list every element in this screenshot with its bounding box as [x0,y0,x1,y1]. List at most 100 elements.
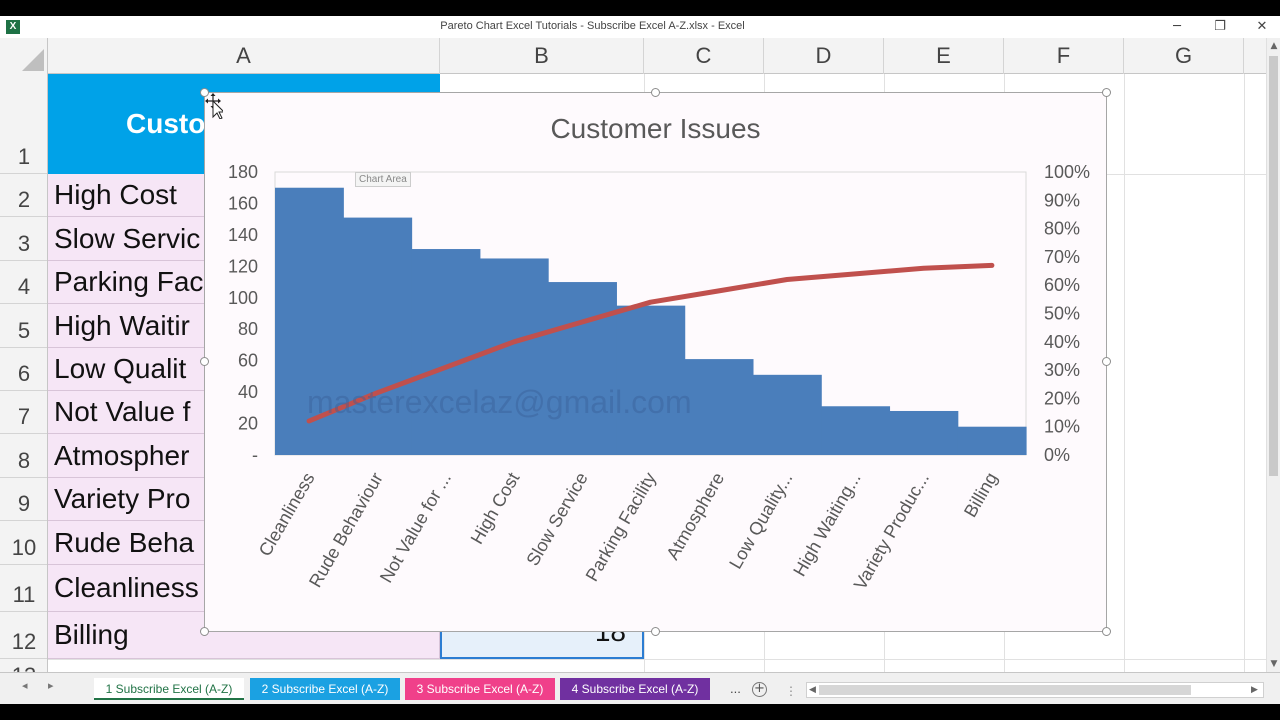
bar-10 [957,426,1027,455]
resize-handle[interactable] [200,88,209,97]
row-header-6[interactable]: 6 [0,348,47,391]
vertical-scroll-thumb[interactable] [1269,56,1278,476]
category-label-5: Parking Facility [582,469,660,585]
excel-window: X Pareto Chart Excel Tutorials - Subscri… [0,16,1280,704]
tab-sheet-4[interactable]: 4 Subscribe Excel (A-Z) [560,678,710,700]
category-label-1: Rude Behaviour [305,469,387,591]
left-axis-tick: 20 [238,414,258,434]
row-header-7[interactable]: 7 [0,391,47,434]
category-label-7: Low Quality... [725,469,796,572]
row-header-5[interactable]: 5 [0,304,47,348]
bar-8 [821,406,891,455]
more-sheets-button[interactable]: ... [730,678,741,700]
chart-plot: - 20 40 60 80 100 120 140 160 180 0% 10% 20% 30% 40% 50… [228,162,1090,593]
right-axis-tick: 80% [1044,219,1080,239]
row-header-10[interactable]: 10 [0,521,47,565]
right-axis-tick: 20% [1044,388,1080,408]
column-header-b[interactable]: B [440,38,644,74]
resize-handle[interactable] [200,357,209,366]
left-axis-tick: 140 [228,225,258,245]
splitter-handle-icon[interactable]: ⋮ [785,684,797,698]
tab-sheet-2[interactable]: 2 Subscribe Excel (A-Z) [250,678,400,700]
gridline [1244,74,1245,672]
resize-handle[interactable] [651,627,660,636]
category-label-3: High Cost [467,469,524,547]
close-icon[interactable]: ✕ [1240,16,1280,38]
left-axis-tick: 80 [238,319,258,339]
window-title: Pareto Chart Excel Tutorials - Subscribe… [440,20,745,32]
resize-handle[interactable] [200,627,209,636]
left-axis-tick: 160 [228,193,258,213]
row-headers: 1 2 3 4 5 6 7 8 9 10 11 12 13 [0,74,48,672]
select-all-corner[interactable] [0,38,48,74]
category-label-6: Atmosphere [662,469,728,563]
row-header-13[interactable]: 13 [0,659,47,672]
column-header-g[interactable]: G [1124,38,1244,74]
bar-9 [889,410,959,455]
right-axis-tick: 90% [1044,190,1080,210]
column-header-d[interactable]: D [764,38,884,74]
row-header-3[interactable]: 3 [0,217,47,261]
gridline [48,659,1266,660]
left-axis-tick: 60 [238,351,258,371]
left-axis-tick: - [252,445,258,465]
move-cursor-icon [205,93,223,119]
window-title-bar: X Pareto Chart Excel Tutorials - Subscri… [0,16,1280,38]
row-header-9[interactable]: 9 [0,478,47,521]
column-header-a[interactable]: A [48,38,440,74]
screen-top-border [0,0,1280,16]
right-axis-tick: 40% [1044,332,1080,352]
bar-7 [752,374,822,455]
bar-4 [548,282,617,455]
restore-icon[interactable]: ❐ [1198,16,1242,38]
resize-handle[interactable] [1102,357,1111,366]
worksheet-grid[interactable]: Custo High Cost Slow Servic Parking Fac … [48,74,1266,672]
right-axis-tick: 0% [1044,445,1070,465]
column-header-c[interactable]: C [644,38,764,74]
row-header-8[interactable]: 8 [0,434,47,478]
horizontal-scrollbar[interactable]: ◀ ▶ [806,682,1264,698]
right-axis-tick: 70% [1044,247,1080,267]
bar-2 [411,249,481,455]
column-headers: A B C D E F G [0,38,1266,74]
tab-sheet-1[interactable]: 1 Subscribe Excel (A-Z) [94,678,244,700]
row-header-11[interactable]: 11 [0,565,47,612]
left-axis-tick: 120 [228,256,258,276]
right-axis-tick: 10% [1044,417,1080,437]
resize-handle[interactable] [1102,88,1111,97]
scroll-left-icon[interactable]: ◀ [809,684,816,696]
row-header-4[interactable]: 4 [0,261,47,304]
right-axis-tick: 100% [1044,162,1090,182]
category-label-10: Billing [960,469,1001,521]
vertical-scrollbar[interactable]: ▲ ▼ [1266,38,1280,672]
add-sheet-icon[interactable]: + [752,682,767,697]
right-axis-tick: 50% [1044,304,1080,324]
left-axis-tick: 100 [228,288,258,308]
row-header-2[interactable]: 2 [0,174,47,217]
column-header-e[interactable]: E [884,38,1004,74]
tab-sheet-3[interactable]: 3 Subscribe Excel (A-Z) [405,678,555,700]
sheet-tab-bar: ◂ ▸ 1 Subscribe Excel (A-Z) 2 Subscribe … [0,672,1280,704]
select-all-triangle-icon [22,49,44,71]
minimize-icon[interactable]: ─ [1155,16,1199,38]
horizontal-scroll-thumb[interactable] [819,685,1191,695]
category-label-2: Not Value for ... [376,469,455,586]
bar-5 [616,305,686,455]
column-header-f[interactable]: F [1004,38,1124,74]
gridline [1124,74,1125,672]
scroll-up-icon[interactable]: ▲ [1269,40,1279,52]
resize-handle[interactable] [651,88,660,97]
chart-area-tooltip: Chart Area [355,172,411,187]
scroll-right-icon[interactable]: ▶ [1251,684,1258,696]
resize-handle[interactable] [1102,627,1111,636]
category-label-8: High Waiting... [789,469,865,580]
pareto-chart[interactable]: Customer Issues -20 40 60 80 100 120 140 160 180… [200,88,1111,636]
right-axis-tick: 30% [1044,360,1080,380]
category-label-4: Slow Service [522,469,591,569]
row-header-12[interactable]: 12 [0,612,47,659]
right-axis-tick: 60% [1044,275,1080,295]
row-header-1[interactable]: 1 [0,74,47,174]
tab-scroll-right-icon[interactable]: ▸ [48,679,54,692]
scroll-down-icon[interactable]: ▼ [1269,658,1279,670]
tab-scroll-left-icon[interactable]: ◂ [22,679,28,692]
